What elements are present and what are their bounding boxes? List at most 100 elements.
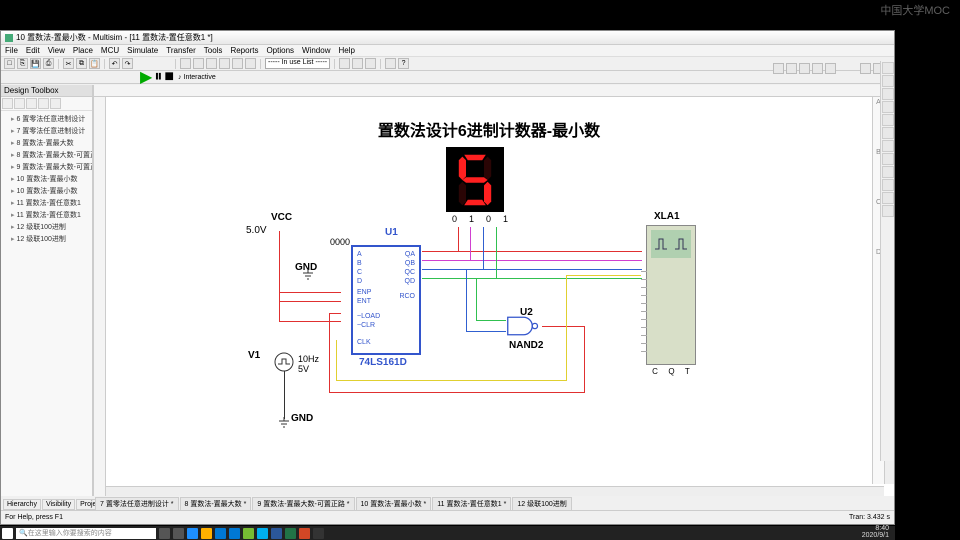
- taskbar-search[interactable]: 🔍 在这里输入你要搜索的内容: [16, 528, 156, 539]
- menu-reports[interactable]: Reports: [230, 46, 258, 55]
- word-icon[interactable]: [271, 528, 282, 539]
- tree-item[interactable]: 12 级联100进制: [3, 233, 90, 245]
- paste-button[interactable]: 📋: [89, 58, 100, 69]
- tree-item[interactable]: 8 置数法-置最大数-可置正路: [3, 149, 90, 161]
- start-button[interactable]: [2, 528, 13, 539]
- taskview-icon[interactable]: [173, 528, 184, 539]
- menu-help[interactable]: Help: [338, 46, 354, 55]
- tree-item[interactable]: 11 置数法-置任意数1: [3, 209, 90, 221]
- undo-button[interactable]: ↶: [109, 58, 120, 69]
- inst-7[interactable]: [882, 140, 894, 152]
- store-icon[interactable]: [229, 528, 240, 539]
- cut-button[interactable]: ✂: [63, 58, 74, 69]
- pause-button[interactable]: ⏸: [154, 68, 162, 86]
- excel-icon[interactable]: [285, 528, 296, 539]
- tree-item[interactable]: 9 置数法-置最大数-可置正路: [3, 161, 90, 173]
- menu-transfer[interactable]: Transfer: [166, 46, 196, 55]
- tree-item[interactable]: 12 级联100进制: [3, 221, 90, 233]
- inuse-combo[interactable]: ----- In use List -----: [265, 58, 330, 69]
- inst-4[interactable]: [882, 101, 894, 113]
- sb-btn-1[interactable]: [2, 98, 13, 109]
- inst-10[interactable]: [882, 179, 894, 191]
- menu-mcu[interactable]: MCU: [101, 46, 119, 55]
- tb-d[interactable]: [219, 58, 230, 69]
- tb-c[interactable]: [206, 58, 217, 69]
- inst-6[interactable]: [882, 127, 894, 139]
- inst-3[interactable]: [882, 88, 894, 100]
- cortana-icon[interactable]: [159, 528, 170, 539]
- tree-item[interactable]: 6 置零法任意进制设计: [3, 113, 90, 125]
- inst-1[interactable]: [882, 62, 894, 74]
- zoom-fit-button[interactable]: [799, 63, 810, 74]
- scrollbar-horizontal[interactable]: [106, 486, 884, 496]
- menu-window[interactable]: Window: [302, 46, 330, 55]
- tree-item[interactable]: 7 置零法任意进制设计: [3, 125, 90, 137]
- fullscreen-button[interactable]: [825, 63, 836, 74]
- inst-9[interactable]: [882, 166, 894, 178]
- sb-btn-2[interactable]: [14, 98, 25, 109]
- doc-tab[interactable]: 12 级联100进制: [512, 497, 571, 511]
- seven-segment-display[interactable]: [446, 147, 504, 212]
- menu-edit[interactable]: Edit: [26, 46, 40, 55]
- tb-h[interactable]: [352, 58, 363, 69]
- menu-tools[interactable]: Tools: [204, 46, 223, 55]
- redo-button[interactable]: ↷: [122, 58, 133, 69]
- zoom-in-button[interactable]: [773, 63, 784, 74]
- component-xla1[interactable]: C Q T: [646, 225, 696, 365]
- sb-btn-5[interactable]: [50, 98, 61, 109]
- app-icon-2[interactable]: [257, 528, 268, 539]
- explorer-icon[interactable]: [201, 528, 212, 539]
- component-u1[interactable]: A B C D ENP ENT ~LOAD ~CLR CLK QA QB QC …: [351, 245, 421, 355]
- doc-tab[interactable]: 8 置数法-置最大数 *: [180, 497, 252, 511]
- doc-tab[interactable]: 7 置零法任意进制设计 *: [95, 497, 179, 511]
- ppt-icon[interactable]: [299, 528, 310, 539]
- tree-item[interactable]: 10 置数法-置最小数: [3, 173, 90, 185]
- tb-b[interactable]: [193, 58, 204, 69]
- copy-button[interactable]: ⧉: [76, 58, 87, 69]
- sb-btn-4[interactable]: [38, 98, 49, 109]
- run-button[interactable]: ▶: [140, 67, 152, 87]
- menu-place[interactable]: Place: [73, 46, 93, 55]
- sb-btn-3[interactable]: [26, 98, 37, 109]
- edge-icon[interactable]: [187, 528, 198, 539]
- inst-5[interactable]: [882, 114, 894, 126]
- stop-button[interactable]: ■: [164, 68, 174, 86]
- menu-simulate[interactable]: Simulate: [127, 46, 158, 55]
- inst-8[interactable]: [882, 153, 894, 165]
- inst-11[interactable]: [882, 192, 894, 204]
- taskbar-clock[interactable]: 8:402020/9/1: [862, 525, 889, 539]
- tb-j[interactable]: [385, 58, 396, 69]
- save-button[interactable]: 💾: [30, 58, 41, 69]
- tb-e[interactable]: [232, 58, 243, 69]
- menu-file[interactable]: File: [5, 46, 18, 55]
- component-v1[interactable]: [274, 352, 294, 372]
- tb-f[interactable]: [245, 58, 256, 69]
- tree-item[interactable]: 11 置数法-置任意数1: [3, 197, 90, 209]
- mail-icon[interactable]: [215, 528, 226, 539]
- tab-visibility[interactable]: Visibility: [42, 499, 75, 510]
- menu-options[interactable]: Options: [266, 46, 294, 55]
- help-icon[interactable]: ?: [398, 58, 409, 69]
- tb-a[interactable]: [180, 58, 191, 69]
- new-button[interactable]: □: [4, 58, 15, 69]
- doc-tab[interactable]: 9 置数法-置最大数-可置正路 *: [252, 497, 354, 511]
- menu-view[interactable]: View: [48, 46, 65, 55]
- zoom-out-button[interactable]: [786, 63, 797, 74]
- design-tree[interactable]: 6 置零法任意进制设计 7 置零法任意进制设计 8 置数法-置最大数 8 置数法…: [1, 111, 92, 496]
- inst-12[interactable]: [882, 205, 894, 217]
- app-icon-3[interactable]: [313, 528, 324, 539]
- tb-i[interactable]: [365, 58, 376, 69]
- open-button[interactable]: ⎘: [17, 58, 28, 69]
- app-icon-1[interactable]: [243, 528, 254, 539]
- doc-tab[interactable]: 10 置数法-置最小数 *: [356, 497, 432, 511]
- list-button[interactable]: [860, 63, 871, 74]
- schematic-canvas[interactable]: 置数法设计6进制计数器-最小数 0 1 0 1 VCC 5.0V GND 000…: [106, 97, 872, 484]
- component-u2[interactable]: [506, 315, 541, 337]
- tab-hierarchy[interactable]: Hierarchy: [3, 499, 41, 510]
- sim-mode[interactable]: Interactive: [184, 74, 216, 81]
- zoom-area-button[interactable]: [812, 63, 823, 74]
- tree-item[interactable]: 10 置数法-置最小数: [3, 185, 90, 197]
- inst-2[interactable]: [882, 75, 894, 87]
- tree-item[interactable]: 8 置数法-置最大数: [3, 137, 90, 149]
- tb-g[interactable]: [339, 58, 350, 69]
